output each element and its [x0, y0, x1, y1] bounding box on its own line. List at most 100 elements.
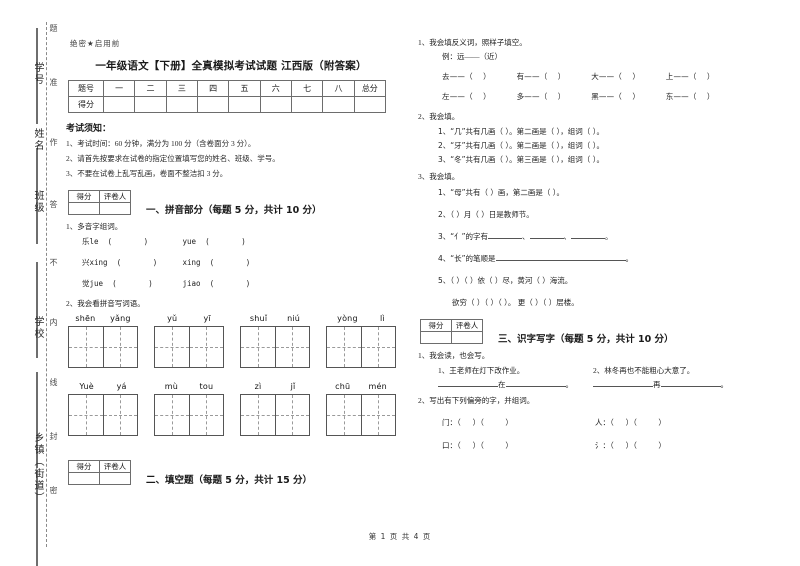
- duoyinzi-pinyin-2a: xing: [89, 258, 108, 268]
- right-q3-item-2: 2、（ ）月（ ）日是教师节。: [438, 209, 534, 219]
- section-three-header: 得分 评卷人 三、识字写字（每题 5 分，共计 10 分）: [418, 318, 748, 345]
- q3-blank-4[interactable]: [495, 259, 626, 261]
- score-cell-6[interactable]: [259, 96, 292, 113]
- section-one-header: 得分 评卷人 一、拼音部分（每题 5 分，共计 10 分）: [66, 190, 396, 216]
- notice-item-2: 2、请首先按要求在试卷的指定位置填写您的姓名、班级、学号。: [66, 154, 280, 163]
- score-cell-3[interactable]: [165, 96, 198, 113]
- pinyin-group-1-3: shuǐ niú: [240, 314, 310, 368]
- pinyin-group-2-3: zì jǐ: [240, 382, 310, 436]
- pinyin-2-2-a: mù: [164, 381, 179, 391]
- page-footer: 第 1 页 共 4 页: [368, 532, 432, 541]
- right-q3-item-5: 5、（ ）（ ）依（ ）尽，黄河（ ）海流。: [438, 275, 573, 285]
- grader-score-label-3: 得分: [420, 318, 452, 332]
- grader-score-label-1: 得分: [68, 190, 100, 203]
- seal-label-class: 班级: [32, 190, 43, 214]
- rw-blank-2a[interactable]: [593, 385, 653, 387]
- antonym-1-4: 上: [665, 71, 674, 81]
- tianzige-1-1[interactable]: [68, 325, 138, 368]
- score-table-col-4: 四: [196, 80, 230, 97]
- score-cell-5[interactable]: [228, 96, 261, 113]
- pinyin-1-1-b: yǎng: [110, 313, 131, 323]
- grader-score-input-2[interactable]: [68, 471, 100, 485]
- right-q2-item-2: 2、“牙”共有几画（ ）。第二画是（ ），组词（ ）。: [438, 141, 604, 151]
- rw-keyword-1: 在: [498, 379, 506, 389]
- antonym-1-1: 去: [442, 71, 450, 81]
- score-table-col-2: 二: [134, 80, 167, 97]
- q3-blank-3c[interactable]: [571, 237, 606, 239]
- pinyin-1-2-a: yǔ: [167, 313, 178, 323]
- score-cell-total[interactable]: [353, 96, 387, 113]
- antonym-1-2: 有: [516, 71, 525, 81]
- tianzige-1-4[interactable]: [326, 325, 396, 368]
- right-q3-item-1: 1、“母”共有（ ）画，第二画是（ ）。: [438, 187, 565, 197]
- section-three-q2-title: 2、写出有下列偏旁的字，并组词。: [418, 395, 535, 405]
- score-table-row-label-0: 题号: [68, 80, 104, 97]
- duoyinzi-char-1: 乐: [82, 237, 90, 247]
- tianzige-1-3[interactable]: [240, 325, 310, 368]
- score-cell-8[interactable]: [322, 96, 355, 113]
- seal-label-name: 姓名: [32, 128, 43, 152]
- q3-blank-3a[interactable]: [488, 237, 523, 239]
- duoyinzi-row-2: 兴xing ( ) xing ( ): [82, 258, 251, 268]
- grader-marker-label-2: 评卷人: [99, 459, 131, 473]
- grader-marker-input-3[interactable]: [451, 330, 483, 344]
- score-table-score-row: 得分: [68, 96, 387, 113]
- antonym-2-1: 左: [442, 91, 450, 101]
- seal-dashed-line: [46, 22, 47, 547]
- exam-page: 学号 姓名 班级 学校 乡镇（街道） 题 准 作 答 不 内 线 封 密 绝密★…: [0, 0, 800, 566]
- pinyin-2-1-a: Yuè: [79, 381, 94, 391]
- radical-item-4: 氵：（ ）（ ）: [595, 441, 666, 451]
- rw-keyword-2: 再: [653, 379, 661, 389]
- duoyinzi-pinyin-3a: jue: [89, 279, 104, 289]
- duoyinzi-row-1: 乐le ( ) yue ( ): [82, 237, 246, 247]
- seal-side-char-3: 答: [49, 200, 58, 208]
- pinyin-grid-row-1: shēn yǎng yǔ yī shuǐ niú yòng lì: [68, 314, 396, 368]
- read-write-blank-2: 再。: [593, 379, 748, 390]
- seal-side-char-4: 不: [49, 258, 58, 266]
- seal-strip: 学号 姓名 班级 学校 乡镇（街道） 题 准 作 答 不 内 线 封 密: [0, 0, 62, 566]
- pinyin-group-1-1: shēn yǎng: [68, 314, 138, 368]
- score-cell-7[interactable]: [290, 96, 324, 113]
- notice-item-1: 1、考试时间：60 分钟，满分为 100 分（含卷面分 3 分）。: [66, 139, 256, 148]
- read-write-sentence-2: 2、林冬再也不能粗心大意了。: [593, 365, 695, 375]
- score-cell-4[interactable]: [196, 96, 230, 113]
- duoyinzi-char-2: 兴: [82, 258, 90, 268]
- seal-label-township: 乡镇（街道）: [32, 432, 43, 504]
- radical-row-1: 门：（ ）（ ） 人：（ ）（ ）: [442, 417, 748, 428]
- score-cell-1[interactable]: [102, 96, 136, 113]
- seal-bar-3: [36, 262, 38, 358]
- read-write-sentence-1: 1、王老师在灯下改作业。: [438, 365, 525, 375]
- antonym-2-3: 黑: [591, 91, 599, 101]
- tianzige-2-1[interactable]: [68, 393, 138, 436]
- score-table-col-6: 六: [259, 80, 292, 97]
- right-column: 1、我会填反义词，照样子填空。 例：远——（近） 去——（ ） 有——（ ） 大…: [418, 38, 748, 463]
- pinyin-1-1-a: shēn: [75, 313, 96, 323]
- rw-blank-1b[interactable]: [505, 385, 566, 387]
- grader-marker-input-2[interactable]: [99, 471, 131, 485]
- right-q3-item-4-text: 4、“长”的笔顺是: [438, 253, 496, 263]
- section-one-title: 一、拼音部分（每题 5 分，共计 10 分）: [146, 205, 322, 216]
- rw-blank-2b[interactable]: [660, 385, 721, 387]
- radical-item-2: 人：（ ）（ ）: [595, 418, 666, 428]
- tianzige-1-2[interactable]: [154, 325, 224, 368]
- grader-score-input-3[interactable]: [420, 330, 452, 344]
- score-cell-2[interactable]: [134, 96, 167, 113]
- read-write-sentences: 1、王老师在灯下改作业。 2、林冬再也不能粗心大意了。: [438, 365, 748, 376]
- antonym-row-2: 左——（ ） 多——（ ） 黑——（ ） 东——（ ）: [442, 91, 715, 101]
- grader-score-input-1[interactable]: [68, 202, 100, 215]
- section-two-header: 得分 评卷人 二、填空题（每题 5 分，共计 15 分）: [66, 459, 396, 486]
- pinyin-grid-row-2: Yuè yá mù tou zì jǐ chū mén: [68, 382, 396, 436]
- radical-item-3: 口：（ ）（ ）: [442, 441, 513, 451]
- grader-marker-input-1[interactable]: [99, 202, 131, 215]
- duoyinzi-pinyin-2b: xing: [182, 258, 201, 268]
- duoyinzi-pinyin-3b: jiao: [182, 279, 201, 289]
- tianzige-2-3[interactable]: [240, 393, 310, 436]
- section-three-q1-title: 1、我会读，也会写。: [418, 350, 490, 360]
- tianzige-2-2[interactable]: [154, 393, 224, 436]
- section-two-title: 二、填空题（每题 5 分，共计 15 分）: [146, 474, 313, 486]
- rw-blank-1a[interactable]: [438, 385, 498, 387]
- q3-blank-3b[interactable]: [529, 237, 564, 239]
- grader-box-section-one: 得分 评卷人: [68, 190, 131, 215]
- pinyin-2-3-b: jǐ: [290, 381, 296, 391]
- tianzige-2-4[interactable]: [326, 393, 396, 436]
